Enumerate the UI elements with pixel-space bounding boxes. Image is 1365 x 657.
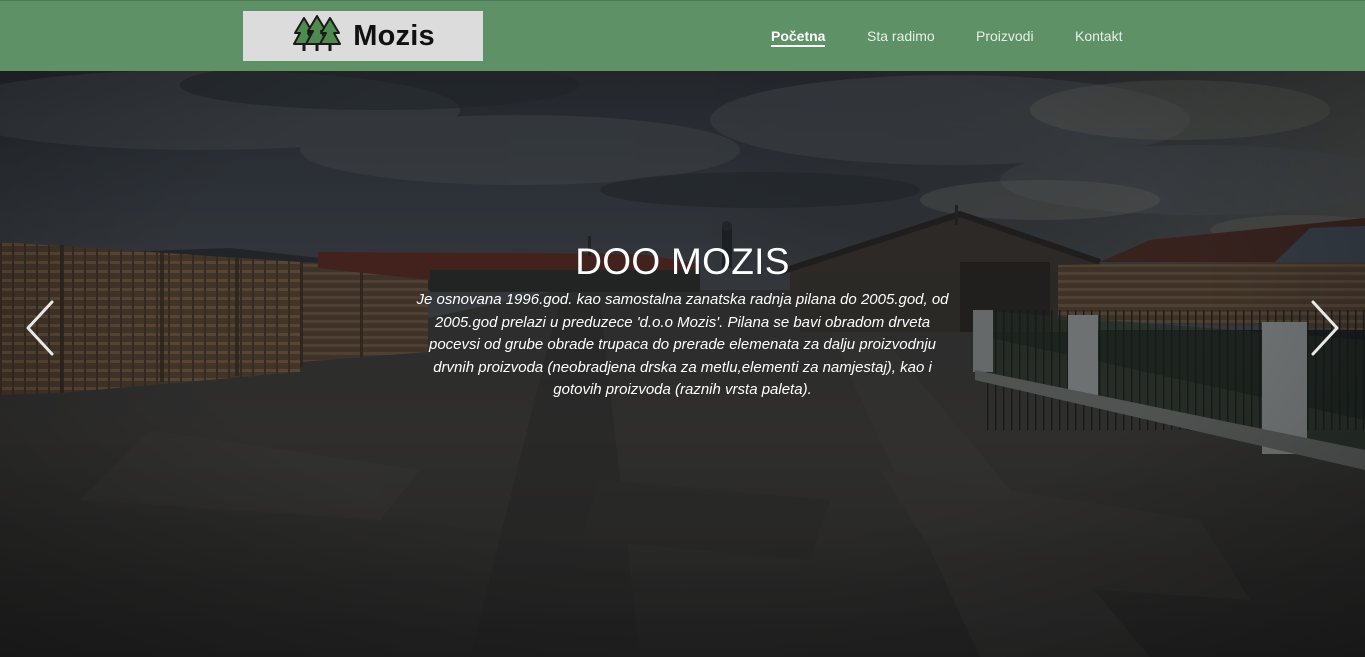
hero-description: Je osnovana 1996.god. kao samostalna zan… bbox=[416, 291, 949, 398]
carousel-next-button[interactable] bbox=[1307, 298, 1343, 358]
chevron-left-icon bbox=[26, 300, 54, 356]
navbar: Mozis Početna Sta radimo Proizvodi Konta… bbox=[0, 0, 1365, 71]
chevron-right-icon bbox=[1311, 300, 1339, 356]
nav-item-kontakt[interactable]: Kontakt bbox=[1075, 28, 1122, 44]
hero-title: DOO MOZIS bbox=[575, 241, 790, 282]
nav-item-sta-radimo[interactable]: Sta radimo bbox=[867, 28, 935, 44]
brand-name: Mozis bbox=[353, 19, 435, 52]
carousel-prev-button[interactable] bbox=[22, 298, 58, 358]
hero-caption: DOO MOZIS Je osnovana 1996.god. kao samo… bbox=[400, 240, 965, 402]
nav-item-pocetna[interactable]: Početna bbox=[771, 28, 826, 47]
nav-item-proizvodi[interactable]: Proizvodi bbox=[976, 28, 1034, 44]
brand-logo-link[interactable]: Mozis bbox=[243, 11, 483, 61]
page: Mozis Početna Sta radimo Proizvodi Konta… bbox=[0, 0, 1365, 657]
pine-trees-icon bbox=[291, 14, 343, 58]
